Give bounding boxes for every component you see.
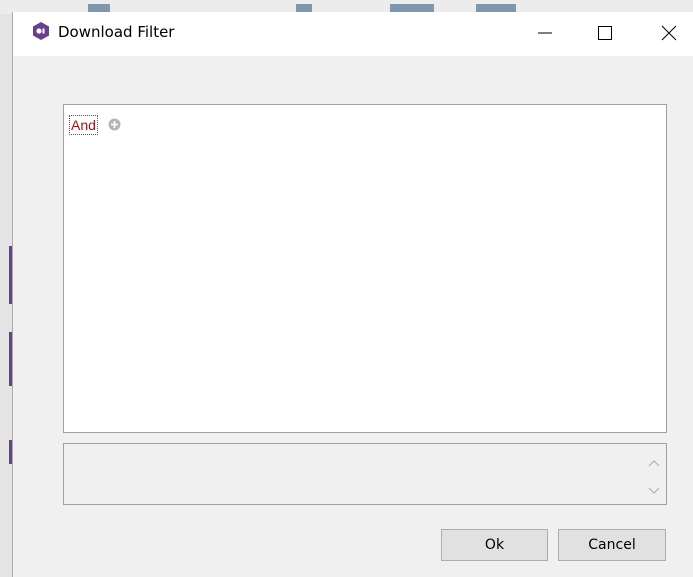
ok-button[interactable]: Ok [441, 529, 548, 561]
maximize-icon [598, 26, 612, 40]
minimize-icon [538, 32, 552, 34]
and-operator-token[interactable]: And [69, 115, 98, 135]
close-icon [661, 25, 677, 41]
minimize-button[interactable] [522, 12, 568, 54]
plus-circle-icon[interactable] [108, 118, 121, 131]
download-filter-dialog: Download Filter And Ok Cancel [12, 12, 693, 577]
close-button[interactable] [646, 12, 692, 54]
chevron-down-icon[interactable] [648, 482, 660, 500]
filter-text-area[interactable] [63, 443, 667, 505]
maximize-button[interactable] [582, 12, 628, 54]
background-app-edge [0, 14, 13, 577]
chevron-up-icon[interactable] [648, 454, 660, 472]
cancel-button[interactable]: Cancel [558, 529, 666, 561]
title-bar[interactable]: Download Filter [13, 12, 693, 56]
filter-editor[interactable]: And [63, 104, 667, 433]
app-logo-icon [32, 22, 50, 40]
window-title: Download Filter [58, 23, 175, 41]
